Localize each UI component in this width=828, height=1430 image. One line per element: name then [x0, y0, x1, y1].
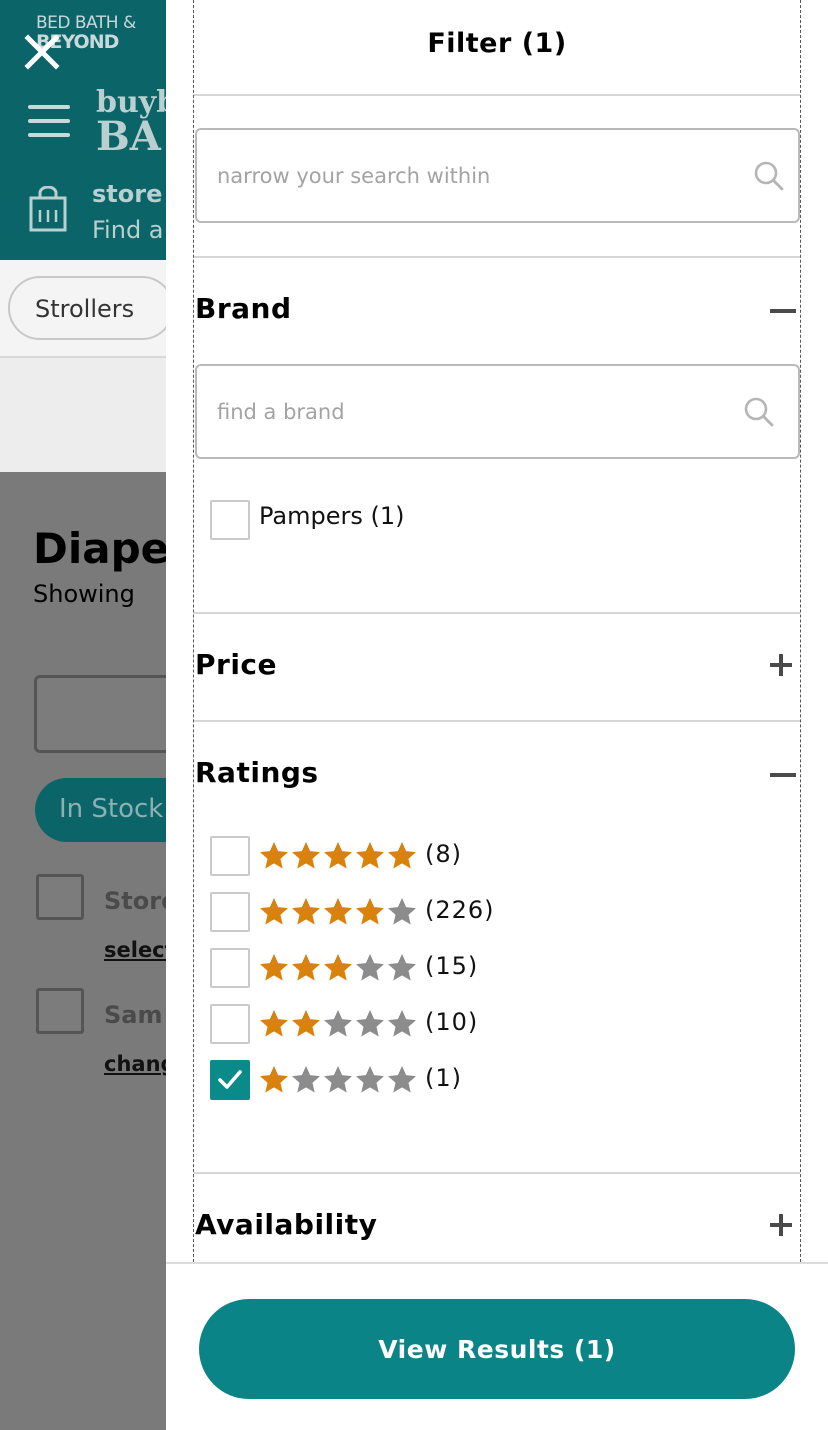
- star-icon: [324, 954, 352, 981]
- filter-title: Filter (1): [427, 28, 567, 59]
- star-icon: [324, 842, 352, 869]
- minus-icon[interactable]: [770, 773, 796, 777]
- narrow-search-input[interactable]: [217, 158, 717, 194]
- view-results-button[interactable]: View Results (1): [199, 1299, 795, 1399]
- star-icon: [292, 1066, 320, 1093]
- rating-option-row[interactable]: (1): [210, 1060, 610, 1100]
- ratings-section-header[interactable]: Ratings: [195, 756, 800, 796]
- star-icon: [260, 1066, 288, 1093]
- rating-option-row[interactable]: (226): [210, 892, 610, 932]
- star-icon: [388, 1066, 416, 1093]
- same-day-checkbox: [36, 988, 84, 1034]
- close-icon[interactable]: [20, 30, 64, 74]
- price-section-header[interactable]: Price: [195, 648, 800, 688]
- plus-icon[interactable]: [770, 1214, 792, 1236]
- checkmark-icon: [218, 1070, 242, 1089]
- star-icon: [260, 842, 288, 869]
- rating-checkbox[interactable]: [210, 892, 250, 932]
- rating-count: (15): [425, 952, 479, 980]
- search-icon[interactable]: [743, 396, 775, 428]
- filter-scroll-area[interactable]: Filter (1) Brand Pampers (1): [193, 0, 801, 1262]
- rating-count: (8): [425, 840, 462, 868]
- same-day-label: Sam: [104, 1001, 163, 1029]
- star-icon: [324, 1010, 352, 1037]
- category-chip: Strollers: [8, 276, 174, 340]
- select-store-link: select: [104, 938, 175, 962]
- star-rating: [258, 952, 418, 984]
- star-icon: [260, 954, 288, 981]
- narrow-search-field: [195, 128, 800, 223]
- star-icon: [356, 1010, 384, 1037]
- store-pickup-checkbox: [36, 874, 84, 920]
- star-rating: [258, 1064, 418, 1096]
- star-icon: [388, 1010, 416, 1037]
- plus-icon[interactable]: [770, 654, 792, 676]
- menu-icon: [28, 105, 70, 137]
- results-count-text: Showing: [33, 580, 135, 608]
- rating-checkbox[interactable]: [210, 948, 250, 988]
- ratings-section-label: Ratings: [195, 756, 319, 789]
- filter-panel: Filter (1) Brand Pampers (1): [166, 0, 828, 1430]
- star-icon: [356, 1066, 384, 1093]
- brand-option-label: Pampers (1): [259, 502, 405, 530]
- rating-option-row[interactable]: (10): [210, 1004, 610, 1044]
- brand-section-label: Brand: [195, 292, 292, 325]
- rating-option-row[interactable]: (8): [210, 836, 610, 876]
- brand-section-header[interactable]: Brand: [195, 292, 800, 332]
- change-zip-link: chang: [104, 1052, 176, 1076]
- rating-option-row[interactable]: (15): [210, 948, 610, 988]
- rating-count: (1): [425, 1064, 462, 1092]
- rating-checkbox[interactable]: [210, 1004, 250, 1044]
- divider: [194, 256, 800, 258]
- availability-section-header[interactable]: Availability: [195, 1208, 800, 1248]
- rating-count: (226): [425, 896, 495, 924]
- star-icon: [356, 954, 384, 981]
- star-icon: [356, 898, 384, 925]
- divider: [194, 720, 800, 722]
- rating-count: (10): [425, 1008, 479, 1036]
- store-bag-icon: [29, 186, 67, 232]
- search-icon[interactable]: [753, 160, 785, 192]
- minus-icon[interactable]: [770, 309, 796, 313]
- store-title: store: [92, 180, 163, 208]
- price-section-label: Price: [195, 648, 278, 681]
- brand-search-input[interactable]: [217, 394, 717, 430]
- star-icon: [356, 842, 384, 869]
- star-icon: [324, 1066, 352, 1093]
- star-icon: [324, 898, 352, 925]
- star-rating: [258, 896, 418, 928]
- star-icon: [260, 898, 288, 925]
- rating-checkbox[interactable]: [210, 1060, 250, 1100]
- divider: [194, 612, 800, 614]
- star-icon: [292, 842, 320, 869]
- star-icon: [292, 954, 320, 981]
- filter-footer: View Results (1): [166, 1262, 828, 1430]
- star-icon: [388, 954, 416, 981]
- brand-option-checkbox[interactable]: [210, 500, 250, 540]
- rating-checkbox[interactable]: [210, 836, 250, 876]
- divider: [194, 1172, 800, 1174]
- star-icon: [260, 1010, 288, 1037]
- star-icon: [292, 1010, 320, 1037]
- star-rating: [258, 840, 418, 872]
- star-icon: [292, 898, 320, 925]
- page-title: Diape: [33, 524, 170, 573]
- star-icon: [388, 842, 416, 869]
- star-rating: [258, 1008, 418, 1040]
- availability-section-label: Availability: [195, 1208, 378, 1241]
- store-subtitle: Find a: [92, 216, 164, 244]
- star-icon: [388, 898, 416, 925]
- brand-search-field: [195, 364, 800, 459]
- divider: [194, 94, 800, 96]
